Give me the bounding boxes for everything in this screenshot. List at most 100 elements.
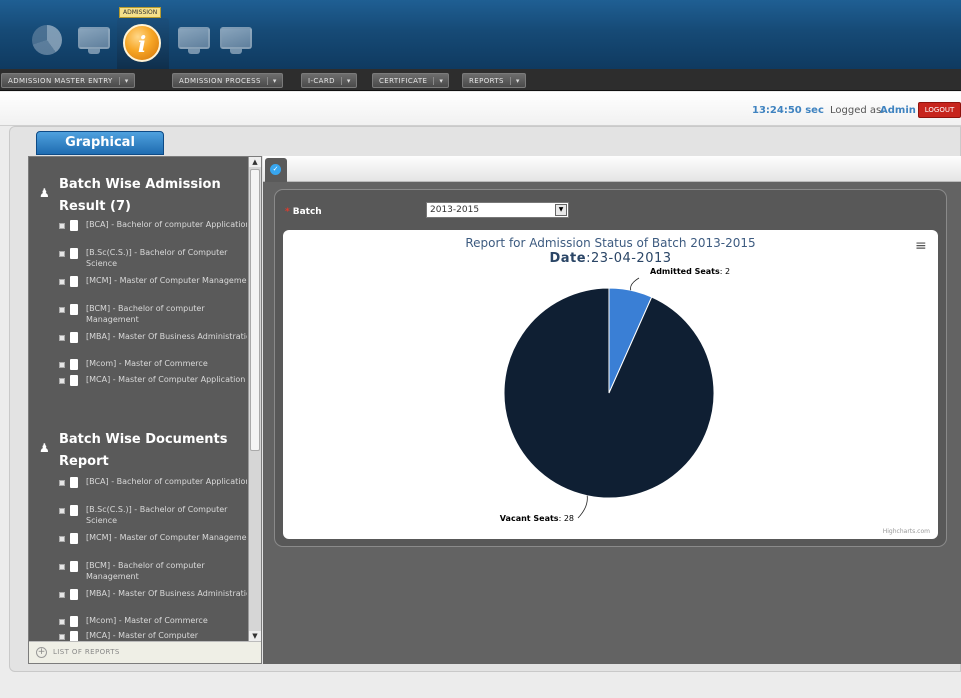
list-of-reports-toggle[interactable]: + LIST OF REPORTS xyxy=(29,641,261,663)
expand-icon[interactable] xyxy=(59,279,65,285)
report-group-header[interactable]: ♟ Batch Wise Documents Report xyxy=(39,429,229,473)
list-item-label: [BCM] - Bachelor of computer Management xyxy=(86,304,205,324)
document-icon xyxy=(70,505,78,516)
document-icon xyxy=(70,276,78,287)
section-title[interactable]: Graphical Reports xyxy=(36,131,164,172)
document-icon xyxy=(70,359,78,370)
chevron-down-icon[interactable]: ▾ xyxy=(433,76,443,85)
logged-as-label: Logged as: xyxy=(830,105,885,116)
sidebar-scrollbar[interactable]: ▲ ▼ xyxy=(248,157,261,641)
pie-chart-icon[interactable] xyxy=(30,22,66,58)
chart-subtitle-value: :23-04-2013 xyxy=(586,251,672,266)
monitor-icon[interactable] xyxy=(218,22,254,58)
menu-label: ADMISSION PROCESS xyxy=(179,76,261,85)
expand-icon[interactable] xyxy=(59,634,65,640)
expand-icon[interactable] xyxy=(59,335,65,341)
report-list: ♟ Batch Wise Admission Result (7) [BCA] … xyxy=(29,157,247,641)
list-item-label: [BCA] - Bachelor of computer Application xyxy=(86,220,247,229)
list-item-label: [MCA] - Master of Computer xyxy=(86,631,199,640)
expand-icon[interactable] xyxy=(59,251,65,257)
menu-bar: ADMISSION MASTER ENTRY ▾ ADMISSION PROCES… xyxy=(0,69,961,91)
chart-subtitle: Date:23-04-2013 xyxy=(283,251,938,266)
expand-icon[interactable] xyxy=(59,378,65,384)
menu-label: REPORTS xyxy=(469,76,504,85)
required-mark: * xyxy=(285,207,290,217)
user-name[interactable]: Admin xyxy=(880,105,916,116)
expand-icon[interactable] xyxy=(59,480,65,486)
scrollbar-thumb[interactable] xyxy=(250,169,260,451)
pie-chart: Admitted Seats: 2 Vacant Seats: 28 Report… xyxy=(283,230,938,539)
document-icon xyxy=(70,533,78,544)
check-icon: ✓ xyxy=(270,164,281,175)
logout-button[interactable]: LOGOUT xyxy=(918,102,961,118)
status-bar: 13:24:50 sec Logged as: Admin LOGOUT xyxy=(0,92,961,126)
pie-slice[interactable] xyxy=(503,287,715,499)
expand-icon[interactable] xyxy=(59,508,65,514)
list-of-reports-label: LIST OF REPORTS xyxy=(53,648,120,656)
menu-admission-master-entry[interactable]: ADMISSION MASTER ENTRY ▾ xyxy=(1,73,135,88)
list-item-label: [MCM] - Master of Computer Management xyxy=(86,276,247,285)
monitor-icon[interactable] xyxy=(76,22,112,58)
module-tooltip: ADMISSION xyxy=(119,7,162,18)
user-icon: ♟ xyxy=(39,441,50,455)
menu-i-card[interactable]: I-CARD ▾ xyxy=(301,73,357,88)
document-icon xyxy=(70,304,78,315)
document-icon xyxy=(70,375,78,386)
panel-tab[interactable]: ✓ xyxy=(265,158,287,182)
chevron-down-icon[interactable]: ▾ xyxy=(340,76,351,85)
user-icon: ♟ xyxy=(39,186,50,200)
list-item-label: [Mcom] - Master of Commerce xyxy=(86,616,208,625)
reports-sidebar: ♟ Batch Wise Admission Result (7) [BCA] … xyxy=(28,156,262,664)
batch-label: * Batch xyxy=(285,207,322,217)
report-group-title: Batch Wise Documents Report xyxy=(59,432,228,469)
chart-menu-icon[interactable]: ≡ xyxy=(915,238,927,254)
chart-credit[interactable]: Highcharts.com xyxy=(883,528,930,535)
info-icon[interactable]: i xyxy=(123,24,161,62)
monitor-icon[interactable] xyxy=(176,22,212,58)
menu-certificate[interactable]: CERTIFICATE ▾ xyxy=(372,73,450,88)
chevron-down-icon[interactable]: ▾ xyxy=(266,76,277,85)
report-group-header[interactable]: ♟ Batch Wise Admission Result (7) xyxy=(39,174,229,218)
menu-label: I-CARD xyxy=(308,76,335,85)
scroll-up-icon[interactable]: ▲ xyxy=(249,157,261,167)
menu-admission-process[interactable]: ADMISSION PROCESS ▾ xyxy=(172,73,283,88)
document-icon xyxy=(70,631,78,641)
batch-select-value: 2013-2015 xyxy=(430,205,480,215)
expand-icon[interactable] xyxy=(59,307,65,313)
data-label-connector xyxy=(577,495,588,519)
chevron-down-icon[interactable]: ▾ xyxy=(509,76,520,85)
list-item-label: [Mcom] - Master of Commerce xyxy=(86,359,208,368)
expand-icon[interactable] xyxy=(59,223,65,229)
chevron-down-icon[interactable]: ▾ xyxy=(118,76,129,85)
list-item-label: [MCM] - Master of Computer Management xyxy=(86,533,247,542)
chart-title: Report for Admission Status of Batch 201… xyxy=(465,236,756,250)
batch-label-text: Batch xyxy=(292,207,322,217)
batch-select[interactable]: 2013-2015 ▼ xyxy=(426,202,569,218)
expand-icon[interactable] xyxy=(59,362,65,368)
document-icon xyxy=(70,561,78,572)
report-group-title: Batch Wise Admission Result (7) xyxy=(59,177,221,214)
scroll-down-icon[interactable]: ▼ xyxy=(249,631,261,641)
panel-toolbar: ✓ xyxy=(263,156,961,182)
list-item-label: [MBA] - Master Of Business Administratio… xyxy=(86,589,247,598)
menu-label: ADMISSION MASTER ENTRY xyxy=(8,76,113,85)
document-icon xyxy=(70,616,78,627)
app-header: i ADMISSION xyxy=(0,0,961,69)
document-icon xyxy=(70,220,78,231)
list-item-label: [MBA] - Master Of Business Administratio… xyxy=(86,332,247,341)
dropdown-arrow-icon[interactable]: ▼ xyxy=(555,204,567,216)
plus-icon[interactable]: + xyxy=(36,647,47,658)
expand-icon[interactable] xyxy=(59,536,65,542)
expand-icon[interactable] xyxy=(59,564,65,570)
expand-icon[interactable] xyxy=(59,619,65,625)
report-panel: ✓ * Batch 2013-2015 ▼ Admitted Seats: 2 Va… xyxy=(263,156,961,664)
clock-time: 13:24:50 sec xyxy=(752,105,824,116)
menu-reports[interactable]: REPORTS ▾ xyxy=(462,73,526,88)
document-icon xyxy=(70,477,78,488)
menu-label: CERTIFICATE xyxy=(379,76,428,85)
expand-icon[interactable] xyxy=(59,592,65,598)
list-item-label: [MCA] - Master of Computer Application xyxy=(86,375,246,384)
data-label-connector xyxy=(630,277,640,291)
list-item-label: [B.Sc(C.S.)] - Bachelor of Computer Scie… xyxy=(86,248,228,268)
list-item-label: [BCM] - Bachelor of computer Management xyxy=(86,561,205,581)
